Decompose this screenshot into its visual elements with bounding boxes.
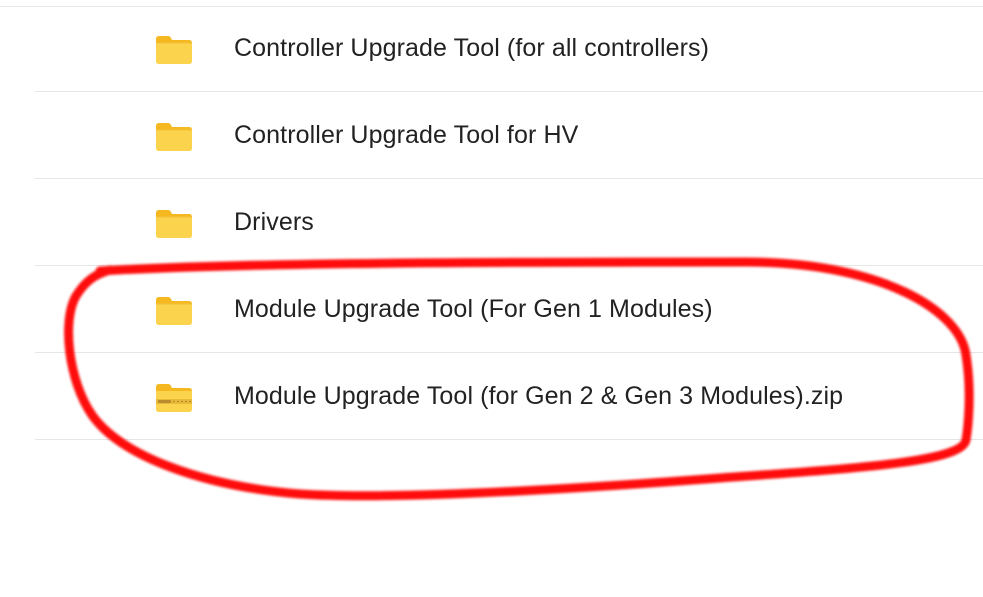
file-name: Module Upgrade Tool (for Gen 2 & Gen 3 M… [234, 382, 844, 410]
list-item-module-upgrade-tool-gen2-gen3-zip[interactable]: Module Upgrade Tool (for Gen 2 & Gen 3 M… [35, 353, 983, 440]
file-name: Module Upgrade Tool (For Gen 1 Modules) [234, 295, 713, 323]
folder-icon [155, 122, 193, 152]
file-name: Controller Upgrade Tool for HV [234, 121, 579, 149]
file-name: Controller Upgrade Tool (for all control… [234, 34, 710, 62]
file-name: Drivers [234, 208, 314, 236]
zip-folder-icon [155, 383, 193, 413]
list-item-module-upgrade-tool-gen1[interactable]: Module Upgrade Tool (For Gen 1 Modules) [35, 266, 983, 353]
file-list: Controller Upgrade Tool (for all control… [35, 5, 983, 440]
list-item-controller-upgrade-tool[interactable]: Controller Upgrade Tool (for all control… [35, 5, 983, 92]
folder-icon [155, 209, 193, 239]
folder-icon [155, 296, 193, 326]
list-item-controller-upgrade-tool-hv[interactable]: Controller Upgrade Tool for HV [35, 92, 983, 179]
list-item-drivers[interactable]: Drivers [35, 179, 983, 266]
folder-icon [155, 35, 193, 65]
